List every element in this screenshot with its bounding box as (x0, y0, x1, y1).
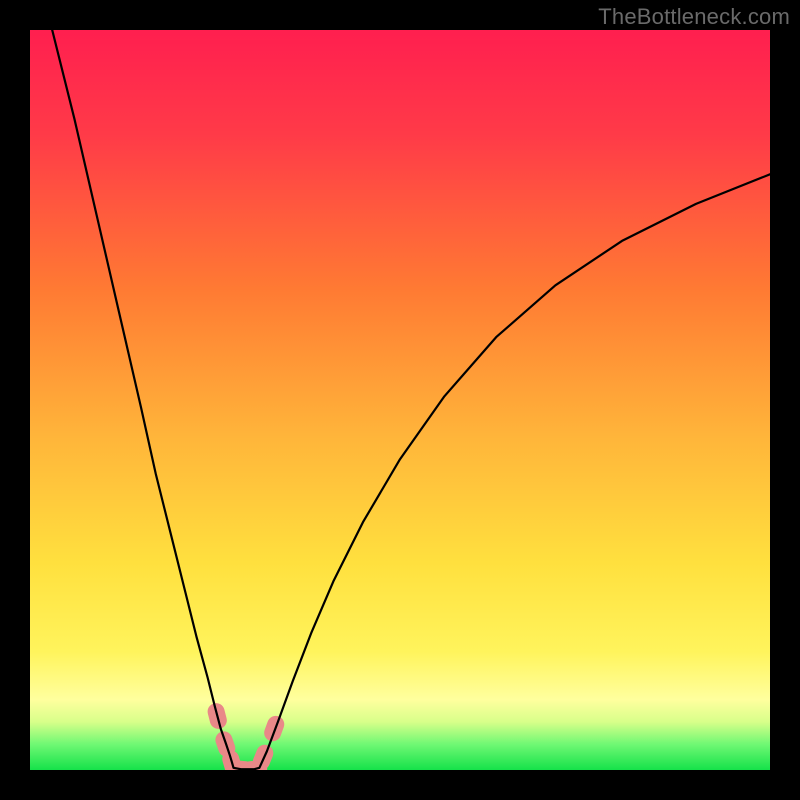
attribution-label: TheBottleneck.com (598, 4, 790, 30)
outer-frame: TheBottleneck.com (0, 0, 800, 800)
marker-group (206, 701, 287, 770)
curve-marker (250, 742, 276, 770)
plot-area (30, 30, 770, 770)
curve-layer (30, 30, 770, 770)
curve-marker (262, 713, 287, 743)
bottleneck-curve (52, 30, 770, 769)
